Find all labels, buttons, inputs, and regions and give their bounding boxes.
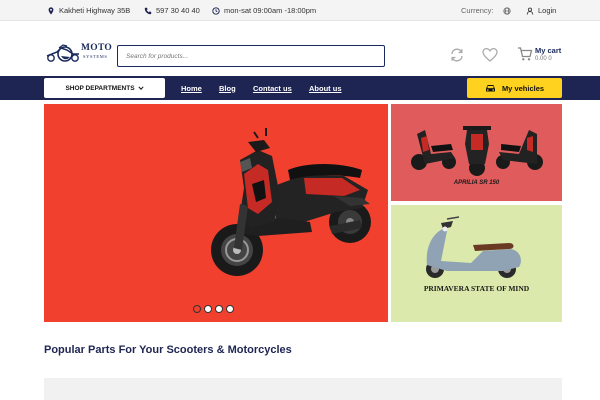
search-input[interactable] (117, 45, 385, 67)
vespa-image (426, 216, 521, 278)
map-pin-icon (48, 6, 54, 15)
top-bar: Kakheti Highway 35B 597 30 40 40 mon-sat… (0, 0, 600, 21)
address-text: Kakheti Highway 35B (59, 6, 131, 15)
sync-icon[interactable] (449, 47, 465, 63)
hero-slider[interactable] (44, 104, 388, 322)
popular-parts-panel (44, 378, 562, 400)
site-logo[interactable]: MOTO SYSTEMS (45, 42, 115, 70)
moto-logo-icon (46, 44, 79, 62)
slider-dot[interactable] (215, 305, 223, 313)
nav-link-home[interactable]: Home (181, 76, 202, 100)
logo-text: MOTO (81, 43, 113, 53)
login-link[interactable]: Login (526, 0, 556, 21)
hours-info: mon-sat 09:00am -18:00pm (212, 0, 316, 21)
main-navbar: SHOP DEPARTMENTS Home Blog Contact us Ab… (0, 76, 600, 100)
currency-selector[interactable]: Currency: (461, 0, 494, 21)
currency-label: Currency: (461, 6, 494, 15)
slider-dot[interactable] (204, 305, 212, 313)
phone-text: 597 30 40 40 (156, 6, 200, 15)
popular-parts-title: Popular Parts For Your Scooters & Motorc… (44, 344, 292, 356)
language-selector[interactable] (503, 0, 511, 21)
clock-icon (212, 6, 220, 15)
car-icon (485, 84, 495, 91)
cart-label: My cart (535, 46, 562, 55)
primavera-caption: PRIMAVERA STATE OF MIND (423, 284, 530, 293)
nav-link-contact[interactable]: Contact us (253, 76, 292, 100)
site-header: MOTO SYSTEMS My cart 0.00 0 (0, 22, 600, 76)
slider-dot[interactable] (193, 305, 201, 313)
aprilia-caption: APRILIA SR 150 (453, 180, 500, 186)
shop-departments-label: SHOP DEPARTMENTS (65, 84, 135, 92)
globe-icon (503, 6, 511, 15)
logo-subtext: SYSTEMS (83, 54, 108, 59)
user-icon (526, 7, 534, 15)
cart-widget[interactable]: My cart 0.00 0 (517, 46, 577, 66)
chevron-down-icon (137, 86, 144, 90)
banner-primavera[interactable]: PRIMAVERA STATE OF MIND (391, 205, 562, 322)
phone-icon (144, 7, 152, 14)
my-vehicles-button[interactable]: My vehicles (467, 78, 562, 98)
address-info: Kakheti Highway 35B (47, 0, 130, 21)
nav-link-blog[interactable]: Blog (219, 76, 236, 100)
banner-aprilia[interactable]: APRILIA SR 150 (391, 104, 562, 201)
phone-info[interactable]: 597 30 40 40 (144, 0, 200, 21)
aprilia-scooters-image (411, 126, 543, 176)
login-label: Login (538, 6, 557, 15)
my-vehicles-label: My vehicles (501, 83, 545, 93)
cart-amount: 0.00 0 (535, 56, 552, 62)
heart-icon[interactable] (482, 47, 498, 63)
scooter-image (211, 128, 371, 276)
cart-icon (518, 47, 533, 61)
hours-text: mon-sat 09:00am -18:00pm (224, 6, 317, 15)
nav-link-about[interactable]: About us (309, 76, 342, 100)
slider-dot[interactable] (226, 305, 234, 313)
shop-departments-button[interactable]: SHOP DEPARTMENTS (44, 78, 165, 98)
slider-dots (193, 305, 234, 313)
